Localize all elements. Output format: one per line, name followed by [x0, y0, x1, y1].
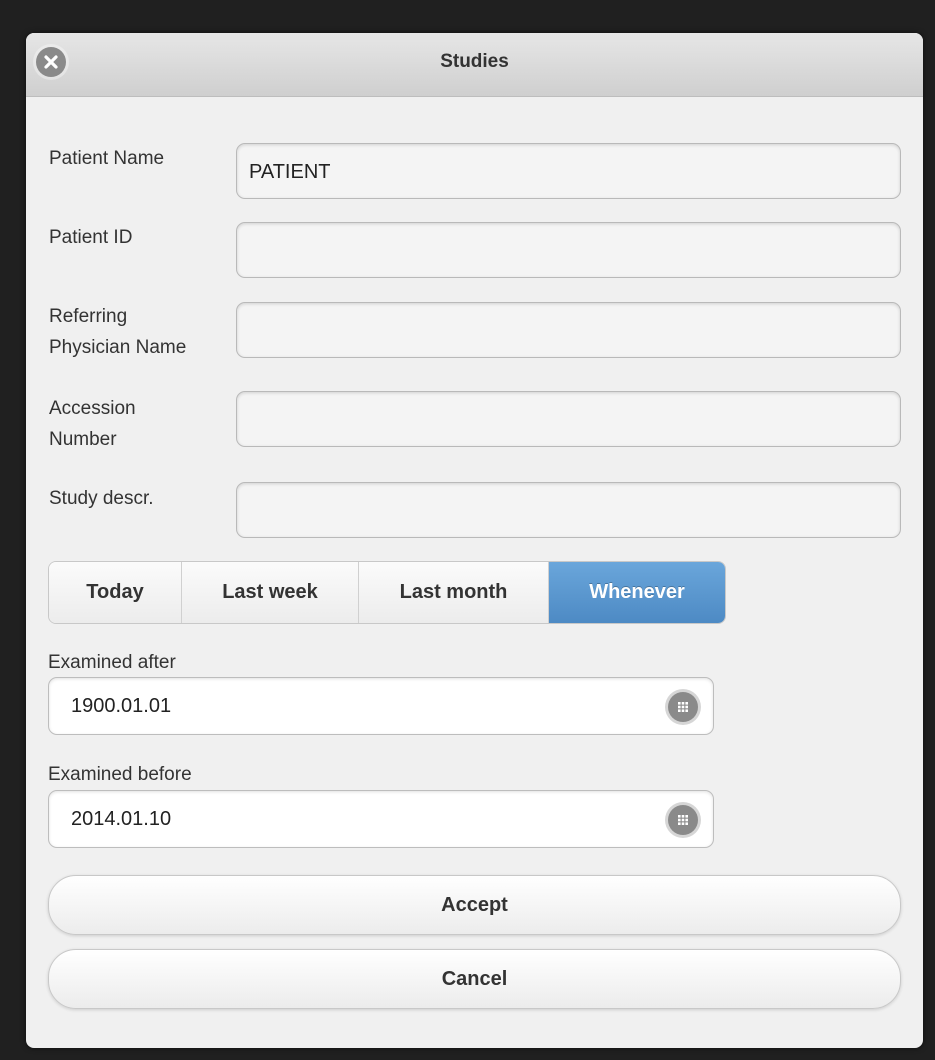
dialog-header: Studies [26, 33, 923, 97]
study-description-label: Study descr. [49, 488, 154, 509]
studies-dialog: Studies Patient Name PATIENT Patient ID … [26, 33, 923, 1048]
cancel-button[interactable]: Cancel [48, 949, 901, 1009]
accession-number-label: Accession Number [49, 393, 136, 455]
referring-physician-label-line1: Referring [49, 306, 128, 327]
calendar-grid-icon[interactable] [668, 805, 698, 835]
accession-number-label-line1: Accession [49, 398, 136, 419]
referring-physician-label-line2: Physician Name [49, 337, 187, 358]
examined-before-value: 2014.01.10 [71, 808, 172, 830]
patient-name-label: Patient Name [49, 148, 165, 169]
period-option-last-month[interactable]: Last month [359, 562, 549, 623]
examined-before-input[interactable]: 2014.01.10 [48, 790, 714, 848]
accession-number-label-line2: Number [49, 429, 117, 450]
period-option-today[interactable]: Today [49, 562, 182, 623]
patient-id-input[interactable] [236, 222, 901, 278]
study-description-input[interactable] [236, 482, 901, 538]
examined-after-input[interactable]: 1900.01.01 [48, 677, 714, 735]
close-icon[interactable] [36, 47, 66, 77]
examined-before-label: Examined before [48, 764, 192, 785]
accept-button[interactable]: Accept [48, 875, 901, 935]
accession-number-input[interactable] [236, 391, 901, 447]
examined-after-value: 1900.01.01 [71, 695, 172, 717]
referring-physician-label: Referring Physician Name [49, 301, 186, 363]
dialog-title: Studies [440, 51, 509, 72]
period-option-last-week[interactable]: Last week [182, 562, 359, 623]
calendar-grid-icon[interactable] [668, 692, 698, 722]
patient-name-input[interactable]: PATIENT [236, 143, 901, 199]
examined-after-label: Examined after [48, 652, 176, 673]
referring-physician-input[interactable] [236, 302, 901, 358]
period-option-whenever[interactable]: Whenever [549, 562, 725, 623]
patient-id-label: Patient ID [49, 227, 133, 248]
period-segmented-control: Today Last week Last month Whenever [48, 561, 726, 624]
patient-name-value: PATIENT [249, 161, 331, 183]
